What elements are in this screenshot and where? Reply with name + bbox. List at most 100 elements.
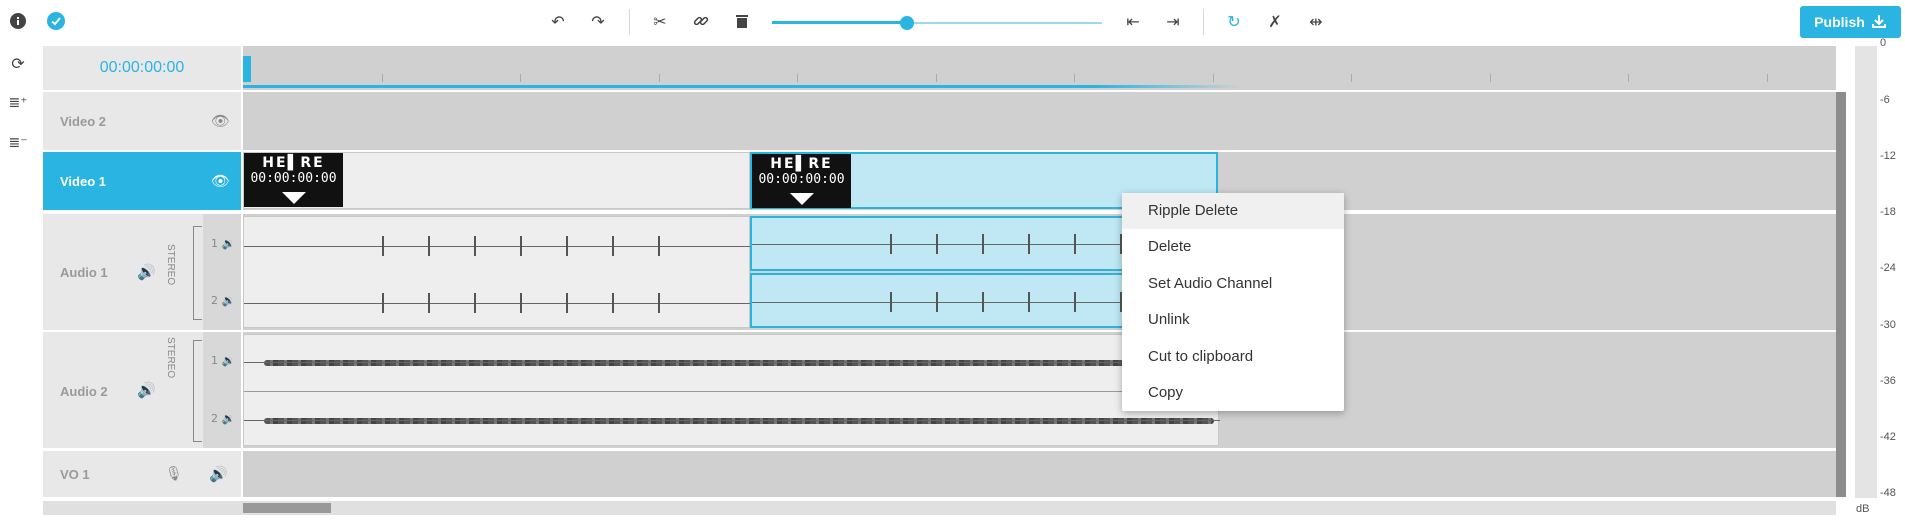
waveform-peak — [428, 293, 430, 313]
info-icon[interactable] — [7, 10, 29, 32]
channel-divider — [244, 391, 1220, 392]
waveform-peak — [520, 293, 522, 313]
top-toolbar: ↶ ↷ ✂ ⇤ ⇥ ↻ ✗ ⇹ Publish — [0, 0, 1905, 44]
timeline-ruler[interactable] — [243, 46, 1836, 90]
waveform-peak — [890, 234, 892, 254]
waveform-peak — [474, 236, 476, 256]
horizontal-scrollbar[interactable] — [43, 501, 1836, 515]
zoom-slider-handle[interactable] — [900, 16, 914, 30]
track-header-video1[interactable]: Video 1 👁 — [43, 152, 241, 211]
undo-icon[interactable]: ↶ — [547, 10, 569, 32]
trash-icon[interactable] — [731, 10, 753, 32]
track-name: VO 1 — [60, 467, 90, 482]
thumbnail-marker — [282, 192, 306, 204]
waveform-peak — [520, 236, 522, 256]
waveform-peak — [982, 234, 984, 254]
video-clip[interactable]: HE▌RE 00:00:00:00 — [243, 152, 750, 209]
audio-clip[interactable] — [243, 216, 751, 328]
refresh-icon[interactable]: ⟳ — [7, 52, 29, 74]
speaker-icon[interactable]: 🔊 — [137, 263, 156, 281]
meter-label: -48 — [1880, 487, 1896, 499]
remove-layer-icon[interactable]: ≣⁻ — [7, 132, 29, 154]
waveform-peak — [658, 236, 660, 256]
mic-muted-icon[interactable]: 🎙 — [165, 465, 183, 482]
waveform-peak — [428, 236, 430, 256]
magnet-icon[interactable]: ↻ — [1223, 10, 1245, 32]
waveform-peak — [890, 292, 892, 312]
scrollbar-thumb[interactable] — [243, 503, 331, 513]
speaker-icon[interactable]: 🔊 — [209, 465, 228, 483]
playhead-marker[interactable] — [243, 56, 251, 82]
ruler-tick — [520, 74, 521, 82]
track-area-video2[interactable] — [243, 92, 1836, 150]
waveform-peak — [1074, 234, 1076, 254]
thumbnail-logo: HE▌RE — [770, 156, 833, 172]
channel-column — [203, 214, 241, 330]
eye-icon[interactable]: 👁 — [211, 172, 230, 190]
track-header-vo1[interactable]: VO 1 🎙 🔊 — [43, 451, 241, 498]
track-header-video2[interactable]: Video 2 👁 — [43, 92, 241, 151]
menu-item-copy[interactable]: Copy — [1122, 375, 1344, 411]
channel-column — [203, 332, 241, 448]
audio-clip[interactable] — [243, 334, 1220, 446]
ruler-tick — [1490, 74, 1491, 82]
track-header-audio1[interactable]: Audio 1 🔊 STEREO 1 🔉 2 🔉 — [43, 214, 241, 331]
speaker-icon[interactable]: 🔊 — [137, 381, 156, 399]
channel-1-label: 1 🔉 — [211, 237, 236, 250]
clip-thumbnail: HE▌RE 00:00:00:00 — [752, 154, 851, 208]
waveform-peak — [612, 236, 614, 256]
download-icon — [1871, 13, 1887, 32]
track-name: Video 1 — [60, 174, 107, 189]
expand-horizontal-icon[interactable]: ⇹ — [1305, 10, 1327, 32]
waveform-peak — [474, 293, 476, 313]
waveform-peak — [982, 292, 984, 312]
menu-item-set-audio-channel[interactable]: Set Audio Channel — [1122, 266, 1344, 302]
waveform-peak — [566, 236, 568, 256]
thumbnail-logo: HE▌RE — [262, 155, 325, 171]
meter-label: -6 — [1880, 94, 1890, 106]
publish-button[interactable]: Publish — [1800, 6, 1901, 38]
meter-label: -42 — [1880, 431, 1896, 443]
waveform-line — [244, 246, 751, 247]
eye-icon[interactable]: 👁 — [211, 112, 230, 130]
waveform-peak — [936, 234, 938, 254]
meter-label: -24 — [1880, 262, 1896, 274]
menu-item-unlink[interactable]: Unlink — [1122, 302, 1344, 338]
trim-right-icon[interactable]: ⇥ — [1162, 10, 1184, 32]
clip-thumbnail: HE▌RE 00:00:00:00 — [244, 153, 343, 207]
vertical-scrollbar[interactable] — [1836, 92, 1846, 497]
scrollbar-thumb[interactable] — [1836, 92, 1846, 497]
waveform-line — [244, 303, 751, 304]
add-layer-icon[interactable]: ≣⁺ — [7, 92, 29, 114]
waveform — [264, 418, 1214, 424]
scissors-icon[interactable]: ✂ — [649, 10, 671, 32]
track-area-video1[interactable]: HE▌RE 00:00:00:00 HE▌RE 00:00:00:00 — [243, 152, 1836, 210]
ruler-tick — [797, 74, 798, 82]
track-area-audio2[interactable] — [243, 332, 1836, 448]
track-header-audio2[interactable]: Audio 2 🔊 STEREO 1 🔉 2 🔉 — [43, 332, 241, 449]
menu-item-cut-to-clipboard[interactable]: Cut to clipboard — [1122, 339, 1344, 375]
waveform-peak — [1074, 292, 1076, 312]
link-icon[interactable] — [690, 10, 712, 32]
ruler-tick — [382, 74, 383, 82]
waveform — [264, 360, 1214, 366]
zoom-slider[interactable] — [772, 16, 1102, 30]
meter-label: -12 — [1880, 150, 1896, 162]
channel-2-label: 2 🔉 — [211, 294, 236, 307]
track-name: Video 2 — [60, 114, 107, 129]
track-area-audio1[interactable] — [243, 214, 1836, 330]
stereo-label: STEREO — [165, 337, 176, 379]
ruler-tick — [1213, 74, 1214, 82]
check-circle-icon[interactable] — [45, 10, 67, 32]
redo-icon[interactable]: ↷ — [587, 10, 609, 32]
ruler-tick — [1074, 74, 1075, 82]
waveform-line — [244, 362, 1220, 363]
trim-left-icon[interactable]: ⇤ — [1122, 10, 1144, 32]
track-area-vo1[interactable] — [243, 451, 1836, 497]
channel-2-label: 2 🔉 — [211, 412, 236, 425]
clear-markers-icon[interactable]: ✗ — [1264, 10, 1286, 32]
menu-item-delete[interactable]: Delete — [1122, 229, 1344, 265]
track-name: Audio 1 — [60, 265, 108, 280]
ruler-tick — [1767, 74, 1768, 82]
menu-item-ripple-delete[interactable]: Ripple Delete — [1122, 193, 1344, 229]
